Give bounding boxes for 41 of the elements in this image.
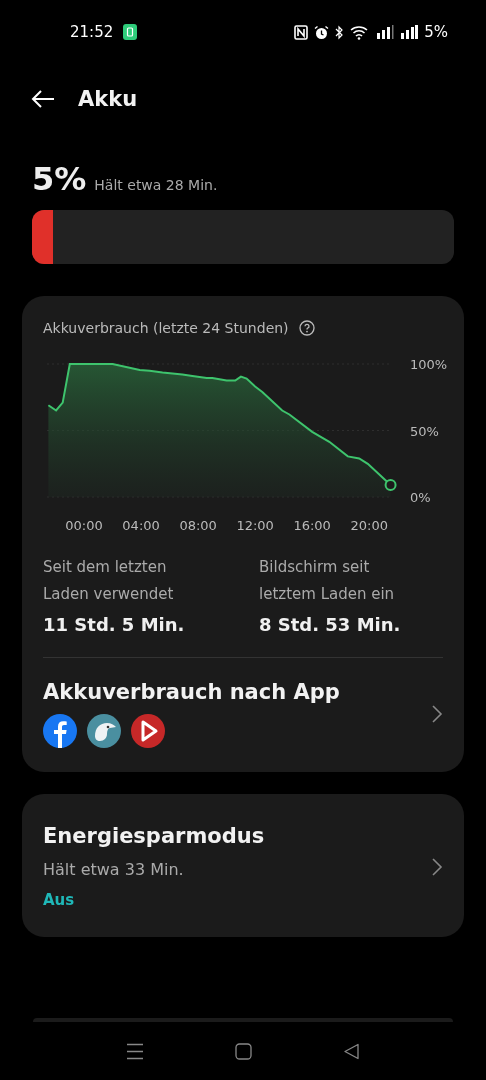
axis-label: 04:00 [122, 518, 160, 533]
setting-description: Hält etwa 33 Min. [43, 860, 185, 879]
page-title: Akku [78, 87, 138, 111]
clock: 21:52 [70, 23, 114, 41]
stat-label: Seit dem letzten Laden verwendet [43, 557, 175, 605]
app-icon [43, 714, 77, 748]
menu-icon[interactable] [125, 1042, 144, 1060]
help-icon[interactable] [298, 320, 315, 336]
signal-icon [376, 25, 395, 39]
chevron-right-icon [431, 704, 443, 724]
play-app-icon [131, 714, 165, 748]
axis-label: 0% [410, 490, 431, 505]
stat-label: Bildschirm seit letztem Laden ein [259, 557, 396, 605]
axis-label: 12:00 [236, 518, 274, 533]
back-icon[interactable] [343, 1042, 361, 1060]
battery-saver-icon [123, 24, 138, 40]
current-level-marker [384, 479, 397, 492]
back-button[interactable] [30, 89, 56, 109]
chart-title: Akkuverbrauch (letzte 24 Stunden) [43, 320, 289, 336]
stat-value: 8 Std. 53 Min. [259, 614, 402, 635]
battery-percentage: 5% [32, 160, 87, 198]
axis-label: 100% [410, 357, 448, 372]
axis-label: 16:00 [293, 518, 331, 533]
axis-label: 50% [410, 423, 439, 439]
axis-label: 20:00 [350, 518, 388, 533]
axis-label: 08:00 [179, 518, 217, 533]
bluetooth-icon [335, 24, 345, 40]
bird-app-icon [87, 714, 121, 748]
nfc-icon [294, 24, 309, 40]
stat-value: 11 Std. 5 Min. [43, 614, 186, 635]
setting-title: Energiesparmodus [43, 824, 266, 848]
signal-icon [400, 25, 419, 39]
home-icon[interactable] [235, 1042, 252, 1060]
alarm-icon [314, 24, 330, 40]
setting-status: Aus [43, 891, 76, 909]
axis-label: 00:00 [65, 518, 103, 533]
power-saving-item[interactable]: Energiesparmodus Hält etwa 33 Min. Aus [22, 794, 464, 937]
chevron-right-icon [431, 856, 443, 877]
time-remaining: Hält etwa 28 Min. [94, 177, 218, 193]
battery-percentage: 5% [424, 23, 448, 41]
app-usage-item[interactable]: Akkuverbrauch nach App [43, 680, 443, 748]
